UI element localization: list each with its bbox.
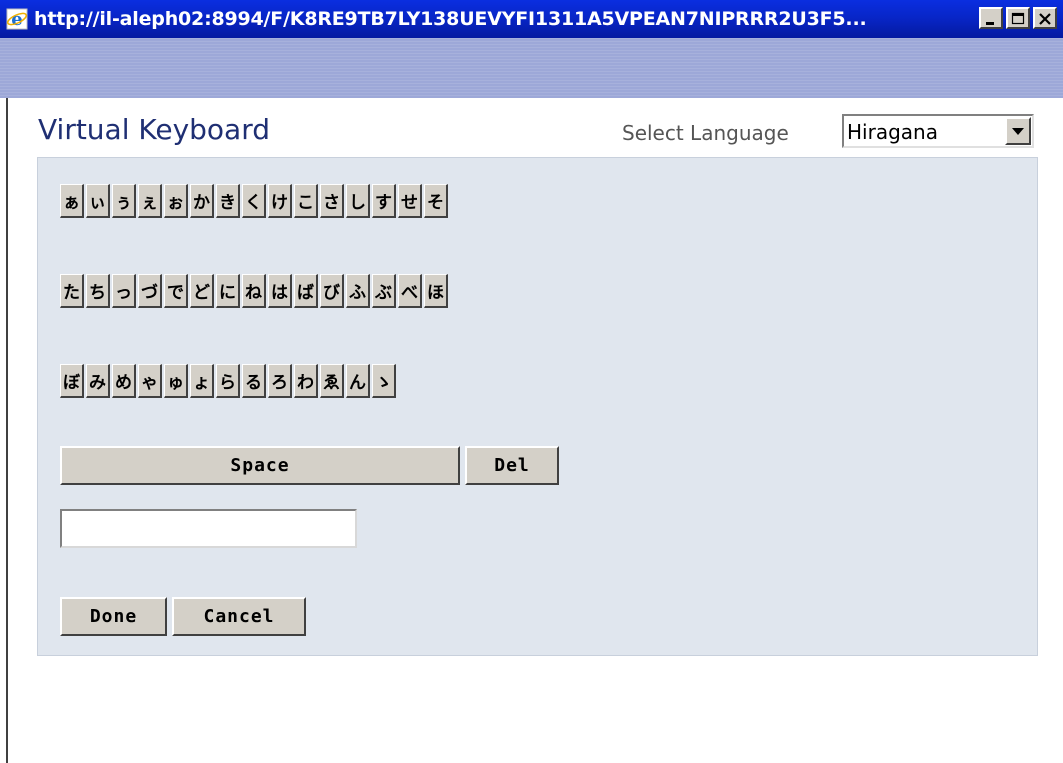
page-title: Virtual Keyboard <box>38 113 271 146</box>
key-1-10[interactable]: こ <box>294 184 318 218</box>
key-1-15[interactable]: そ <box>424 184 448 218</box>
chevron-down-icon <box>1012 128 1024 135</box>
key-3-8[interactable]: る <box>242 364 266 398</box>
key-1-14[interactable]: せ <box>398 184 422 218</box>
key-2-8[interactable]: ね <box>242 274 266 308</box>
key-2-4[interactable]: づ <box>138 274 162 308</box>
key-1-6[interactable]: か <box>190 184 214 218</box>
key-3-7[interactable]: ら <box>216 364 240 398</box>
key-2-2[interactable]: ち <box>86 274 110 308</box>
key-row-2: たちっづでどにねはばびふぶべほ <box>60 274 450 308</box>
key-2-11[interactable]: び <box>320 274 344 308</box>
key-1-9[interactable]: け <box>268 184 292 218</box>
minimize-icon[interactable] <box>979 7 1003 29</box>
key-2-12[interactable]: ふ <box>346 274 370 308</box>
key-row-3: ぼみめゃゅょらるろわゑんゝ <box>60 364 398 398</box>
header-band <box>0 38 1063 98</box>
delete-button[interactable]: Del <box>465 446 559 485</box>
key-1-11[interactable]: さ <box>320 184 344 218</box>
key-3-1[interactable]: ぼ <box>60 364 84 398</box>
key-3-2[interactable]: み <box>86 364 110 398</box>
key-2-5[interactable]: で <box>164 274 188 308</box>
key-1-4[interactable]: ぇ <box>138 184 162 218</box>
window-controls <box>979 7 1057 29</box>
key-3-11[interactable]: ゑ <box>320 364 344 398</box>
key-1-8[interactable]: く <box>242 184 266 218</box>
key-2-1[interactable]: た <box>60 274 84 308</box>
internet-explorer-icon: e <box>6 8 28 30</box>
language-label: Select Language <box>622 121 789 145</box>
key-1-13[interactable]: す <box>372 184 396 218</box>
key-2-15[interactable]: ほ <box>424 274 448 308</box>
title-bar[interactable]: e http://il-aleph02:8994/F/K8RE9TB7LY138… <box>0 0 1063 38</box>
key-3-12[interactable]: ん <box>346 364 370 398</box>
key-3-3[interactable]: め <box>112 364 136 398</box>
key-3-4[interactable]: ゃ <box>138 364 162 398</box>
keyboard-text-input[interactable] <box>60 509 357 548</box>
language-select-value: Hiragana <box>847 120 938 144</box>
key-3-13[interactable]: ゝ <box>372 364 396 398</box>
key-2-13[interactable]: ぶ <box>372 274 396 308</box>
key-1-2[interactable]: ぃ <box>86 184 110 218</box>
key-row-1: ぁぃぅぇぉかきくけこさしすせそ <box>60 184 450 218</box>
window-title: http://il-aleph02:8994/F/K8RE9TB7LY138UE… <box>34 8 867 30</box>
key-1-3[interactable]: ぅ <box>112 184 136 218</box>
key-2-10[interactable]: ば <box>294 274 318 308</box>
space-button[interactable]: Space <box>60 446 460 485</box>
key-2-14[interactable]: べ <box>398 274 422 308</box>
svg-text:e: e <box>11 9 22 30</box>
key-2-7[interactable]: に <box>216 274 240 308</box>
browser-popup-window: e http://il-aleph02:8994/F/K8RE9TB7LY138… <box>0 0 1063 763</box>
key-3-6[interactable]: ょ <box>190 364 214 398</box>
keyboard-panel <box>37 157 1038 656</box>
dropdown-arrow-button[interactable] <box>1005 117 1031 145</box>
key-3-10[interactable]: わ <box>294 364 318 398</box>
key-2-3[interactable]: っ <box>112 274 136 308</box>
cancel-button[interactable]: Cancel <box>172 597 306 636</box>
key-3-5[interactable]: ゅ <box>164 364 188 398</box>
key-1-1[interactable]: ぁ <box>60 184 84 218</box>
window-edge <box>6 98 8 763</box>
key-2-6[interactable]: ど <box>190 274 214 308</box>
key-3-9[interactable]: ろ <box>268 364 292 398</box>
key-1-7[interactable]: き <box>216 184 240 218</box>
maximize-icon[interactable] <box>1006 7 1030 29</box>
close-icon[interactable] <box>1033 7 1057 29</box>
key-2-9[interactable]: は <box>268 274 292 308</box>
key-1-5[interactable]: ぉ <box>164 184 188 218</box>
language-select[interactable]: Hiragana <box>842 114 1034 148</box>
done-button[interactable]: Done <box>60 597 167 636</box>
key-1-12[interactable]: し <box>346 184 370 218</box>
